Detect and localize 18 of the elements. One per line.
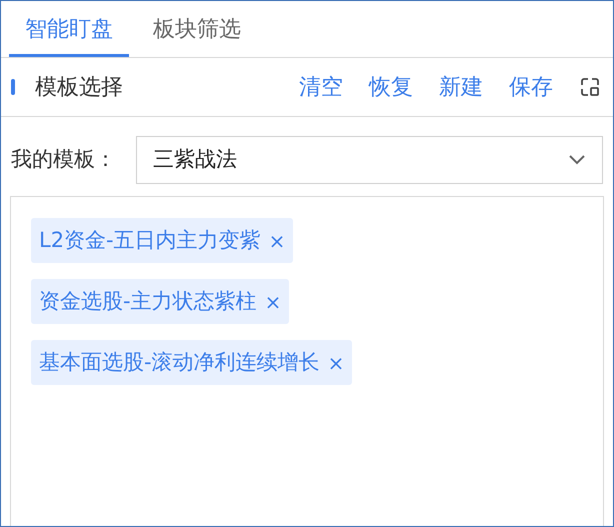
action-link[interactable]: 清空 xyxy=(299,70,343,104)
tab[interactable]: 智能盯盘 xyxy=(9,13,129,57)
action-link[interactable]: 新建 xyxy=(439,70,483,104)
chevron-down-icon xyxy=(568,154,586,166)
remove-button[interactable]: × xyxy=(268,226,286,256)
copy-icon[interactable] xyxy=(579,76,601,98)
accent-bar-icon xyxy=(11,79,15,95)
tag-label: 基本面选股-滚动净利连续增长 xyxy=(39,348,320,376)
action-link[interactable]: 恢复 xyxy=(369,70,413,104)
tab[interactable]: 板块筛选 xyxy=(137,13,257,57)
tag-label: 资金选股-主力状态紫柱 xyxy=(39,288,257,315)
section-title: 模板选择 xyxy=(35,74,123,102)
tag-label: L2资金-五日内主力变紫 xyxy=(39,226,261,254)
action-link[interactable]: 保存 xyxy=(509,70,553,104)
template-label: 我的模板： xyxy=(11,146,116,174)
remove-button[interactable]: × xyxy=(328,348,344,378)
remove-button[interactable]: × xyxy=(264,286,282,316)
template-dropdown[interactable]: 三紫战法 xyxy=(136,136,603,184)
